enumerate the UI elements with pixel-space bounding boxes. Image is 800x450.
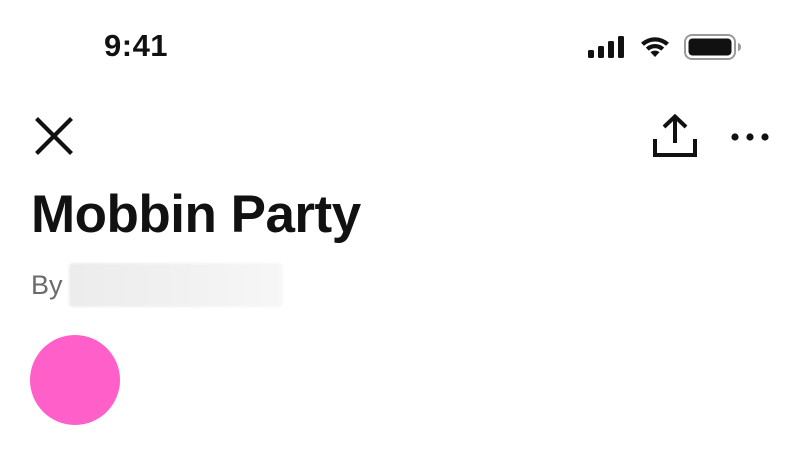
share-button[interactable] — [650, 113, 700, 161]
wifi-icon — [638, 35, 672, 64]
more-options-button[interactable] — [728, 124, 772, 152]
status-icons — [588, 34, 742, 65]
share-upload-icon — [650, 113, 700, 165]
close-icon — [34, 116, 74, 161]
status-time: 9:41 — [104, 28, 169, 63]
byline-label: By — [31, 269, 63, 300]
cellular-signal-icon — [588, 36, 626, 63]
party-screen: 9:41 Mobbin Party By — [0, 0, 800, 450]
status-bar: 9:41 — [0, 0, 800, 95]
party-title: Mobbin Party — [31, 185, 361, 244]
party-avatar[interactable] — [30, 335, 120, 425]
byline: By — [31, 263, 283, 307]
close-button[interactable] — [33, 116, 75, 161]
author-name-redacted — [68, 263, 283, 307]
more-horizontal-icon — [730, 129, 770, 147]
battery-icon — [684, 34, 742, 65]
